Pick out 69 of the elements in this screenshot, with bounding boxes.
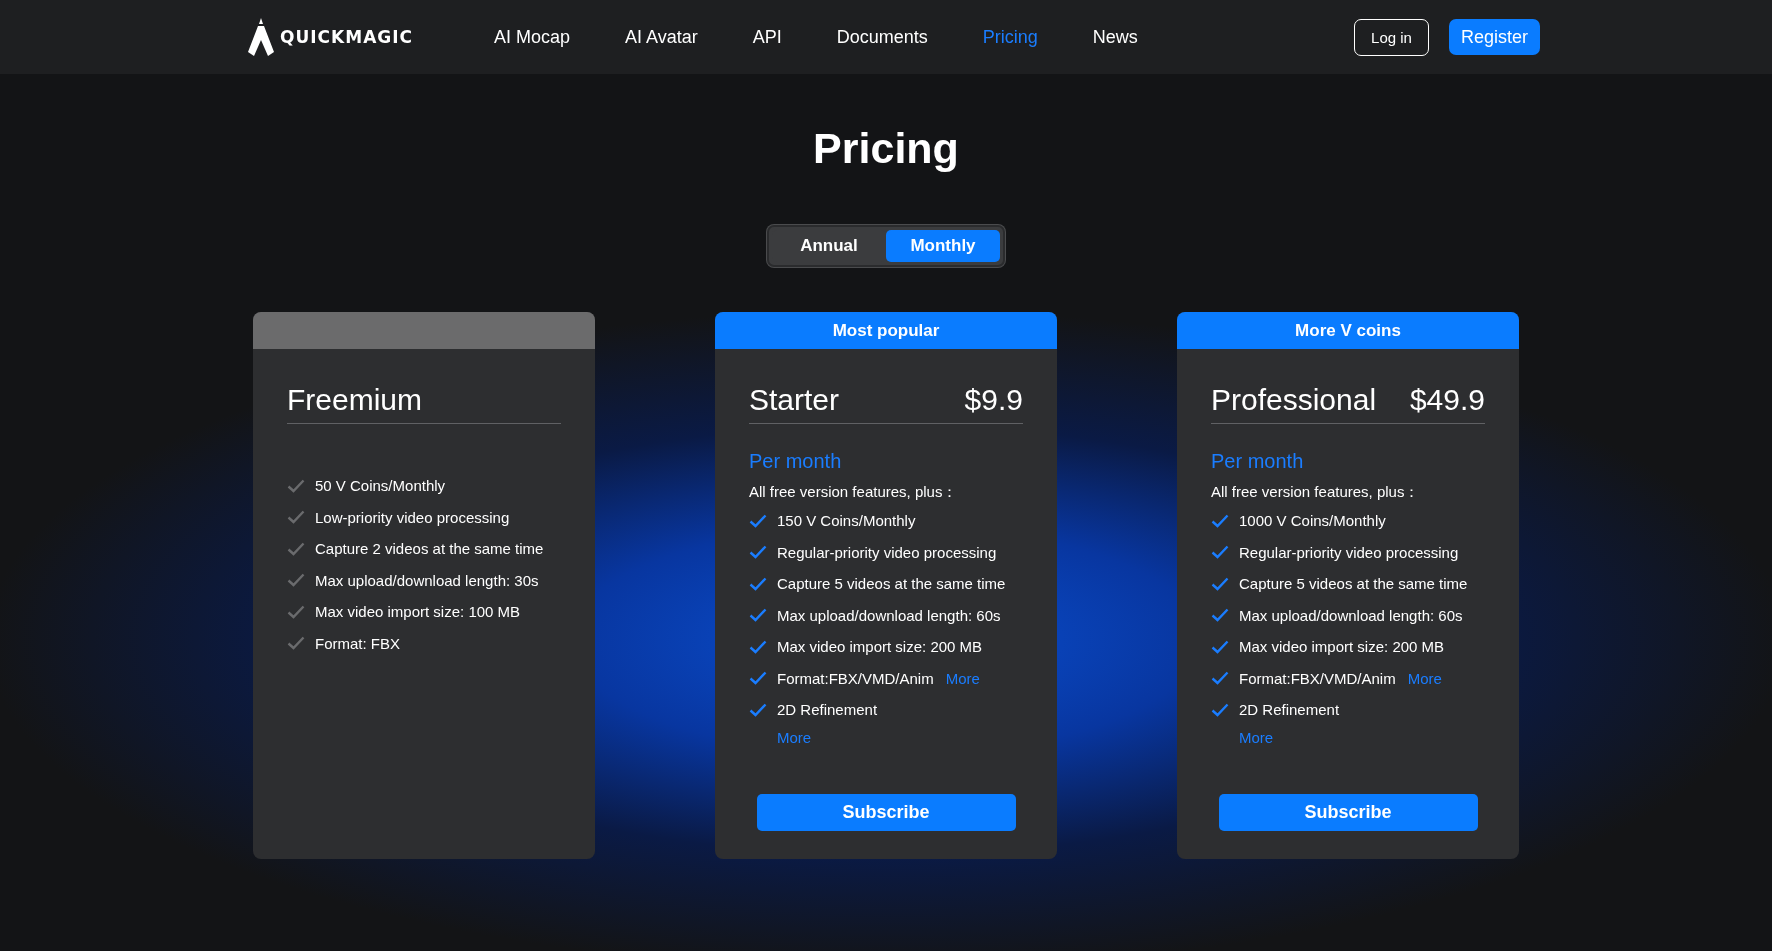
check-icon	[287, 510, 305, 525]
logo-icon	[248, 18, 274, 56]
nav-link[interactable]: AI Mocap	[494, 26, 571, 48]
logo-text: QUICKMAGIC	[280, 27, 414, 47]
more-link[interactable]: More	[1239, 728, 1274, 746]
check-icon	[749, 702, 767, 717]
plan-price: $49.9	[1409, 383, 1485, 417]
check-icon	[749, 513, 767, 528]
subscribe-button[interactable]: Subscribe	[756, 794, 1016, 831]
feature-text: 150 V Coins/Monthly	[777, 512, 916, 530]
billing-tab[interactable]: Monthly	[886, 230, 1000, 262]
feature-text: 2D Refinement	[1239, 701, 1340, 719]
nav-link[interactable]: News	[1092, 26, 1138, 48]
more-link[interactable]: More	[777, 728, 812, 746]
plan-price: $9.9	[964, 383, 1023, 417]
feature-text: Regular-priority video processing	[777, 543, 997, 561]
page-title: Pricing	[813, 124, 959, 173]
check-icon	[287, 573, 305, 588]
feature-text: Low-priority video processing	[315, 508, 510, 526]
check-icon	[749, 576, 767, 591]
check-icon	[1211, 576, 1229, 591]
check-icon	[749, 545, 767, 560]
feature-text: Format:FBX/VMD/Anim	[1239, 669, 1396, 687]
register-button[interactable]: Register	[1448, 19, 1540, 55]
check-icon	[1211, 545, 1229, 560]
check-icon	[287, 541, 305, 556]
check-icon	[749, 639, 767, 654]
feature-text: Format:FBX/VMD/Anim	[777, 669, 934, 687]
nav-link[interactable]: Documents	[836, 26, 928, 48]
more-link[interactable]: More	[945, 669, 980, 687]
feature-text: 2D Refinement	[777, 701, 878, 719]
check-icon	[1211, 671, 1229, 686]
feature-text: Max video import size: 200 MB	[777, 638, 983, 656]
feature-text: Max video import size: 200 MB	[1239, 638, 1445, 656]
check-icon	[749, 671, 767, 686]
nav-link[interactable]: Pricing	[982, 26, 1038, 48]
plan-name: Professional	[1211, 383, 1377, 417]
billing-period: Per month	[1211, 450, 1305, 473]
feature-text: Max video import size: 100 MB	[315, 603, 521, 621]
check-icon	[1211, 513, 1229, 528]
feature-text: Max upload/download length: 30s	[315, 571, 539, 589]
subscribe-button[interactable]: Subscribe	[1218, 794, 1478, 831]
plan-banner: More V coins	[1177, 312, 1519, 349]
check-icon	[1211, 702, 1229, 717]
more-link[interactable]: More	[1407, 669, 1442, 687]
feature-text: Capture 2 videos at the same time	[315, 540, 544, 558]
plan-name: Starter	[749, 383, 840, 417]
feature-text: Format: FBX	[315, 634, 400, 652]
plan-name: Freemium	[287, 383, 422, 417]
login-button[interactable]: Log in	[1354, 18, 1429, 56]
billing-period: Per month	[749, 450, 843, 473]
feature-text: Capture 5 videos at the same time	[1239, 575, 1468, 593]
features-intro: All free version features, plus：	[1211, 483, 1421, 502]
feature-text: Max upload/download length: 60s	[777, 606, 1001, 624]
nav-link[interactable]: API	[752, 26, 782, 48]
feature-text: Max upload/download length: 60s	[1239, 606, 1463, 624]
feature-text: Capture 5 videos at the same time	[777, 575, 1006, 593]
check-icon	[1211, 639, 1229, 654]
plan-banner: Most popular	[715, 312, 1057, 349]
check-icon	[1211, 608, 1229, 623]
nav-link[interactable]: AI Avatar	[625, 26, 698, 48]
check-icon	[287, 636, 305, 651]
features-intro: All free version features, plus：	[749, 483, 959, 502]
check-icon	[749, 608, 767, 623]
feature-text: 50 V Coins/Monthly	[315, 477, 446, 495]
feature-text: Regular-priority video processing	[1239, 543, 1459, 561]
check-icon	[287, 604, 305, 619]
feature-text: 1000 V Coins/Monthly	[1239, 512, 1386, 530]
check-icon	[287, 478, 305, 493]
